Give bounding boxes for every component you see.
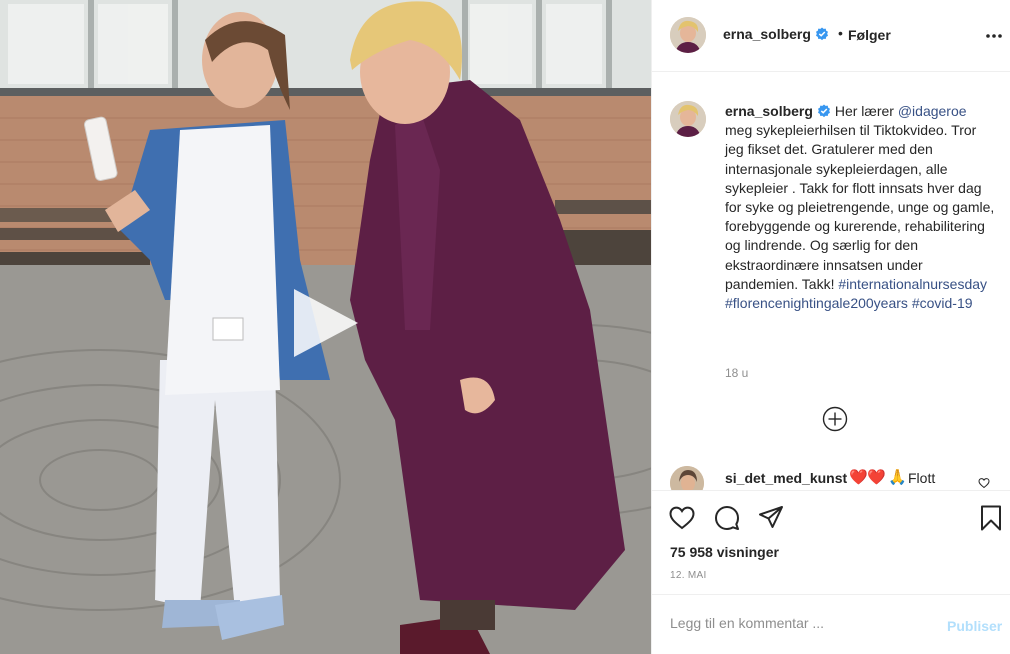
avatar-photo (670, 101, 706, 137)
author-avatar[interactable] (670, 17, 706, 53)
publish-button[interactable]: Publiser (947, 618, 1002, 634)
avatar-photo (670, 17, 706, 53)
more-horizontal-icon[interactable] (985, 29, 1003, 43)
post-date[interactable]: 12. MAI (670, 570, 707, 581)
avatar-photo (670, 466, 704, 490)
hashtag-link[interactable]: #internationalnursesday (838, 276, 987, 292)
instagram-post-modal: erna_solberg • Følger erna_solberg Her l… (0, 0, 1010, 654)
commenter-avatar[interactable] (670, 466, 704, 490)
caption-username[interactable]: erna_solberg (725, 103, 813, 119)
heart-icon[interactable] (668, 504, 696, 532)
post-header: erna_solberg • Følger (652, 0, 1010, 72)
caption-text-1: Her lærer (830, 103, 898, 119)
following-button[interactable]: Følger (848, 27, 891, 43)
play-icon[interactable] (290, 285, 362, 361)
bookmark-icon[interactable] (977, 504, 1005, 532)
add-comment-bar: Publiser (652, 594, 1010, 654)
author-username-text[interactable]: erna_solberg (723, 26, 811, 42)
send-icon[interactable] (757, 504, 785, 532)
comment-text: Flott (908, 470, 936, 486)
caption-author-avatar[interactable] (670, 101, 706, 137)
post-actions: 75 958 visninger 12. MAI (652, 490, 1010, 594)
comment-item: si_det_med_kunst ❤️ ❤️ 🙏 Flott (652, 465, 1010, 490)
hashtag-link[interactable]: #florencenightingale200years (725, 295, 908, 311)
separator-dot: • (838, 25, 843, 41)
comment-input[interactable] (670, 615, 930, 631)
verified-badge-icon (817, 104, 830, 118)
plus-circle-icon[interactable] (822, 406, 848, 432)
commenter-username[interactable]: si_det_med_kunst (725, 470, 847, 486)
praying-hands-emoji: 🙏 (888, 469, 907, 486)
heart-emoji: ❤️ (849, 469, 868, 486)
hashtag-link[interactable]: #covid-19 (912, 295, 973, 311)
post-side-panel: erna_solberg • Følger erna_solberg Her l… (651, 0, 1010, 654)
mention-link[interactable]: @idageroe (898, 103, 967, 119)
caption-timestamp[interactable]: 18 u (725, 366, 748, 380)
caption-text-2: meg sykepleierhilsen til Tiktokvideo. Tr… (725, 122, 995, 292)
comment-like-heart-icon[interactable] (978, 477, 990, 489)
verified-badge-icon (815, 27, 828, 41)
author-username[interactable]: erna_solberg (723, 26, 829, 42)
view-count[interactable]: 75 958 visninger (670, 544, 779, 560)
post-video[interactable] (0, 0, 651, 654)
comment-icon[interactable] (713, 504, 741, 532)
heart-emoji: ❤️ (867, 469, 886, 486)
post-caption: erna_solberg Her lærer @idageroe meg syk… (725, 102, 995, 313)
comments-scroll-area[interactable]: erna_solberg Her lærer @idageroe meg syk… (652, 73, 1010, 490)
